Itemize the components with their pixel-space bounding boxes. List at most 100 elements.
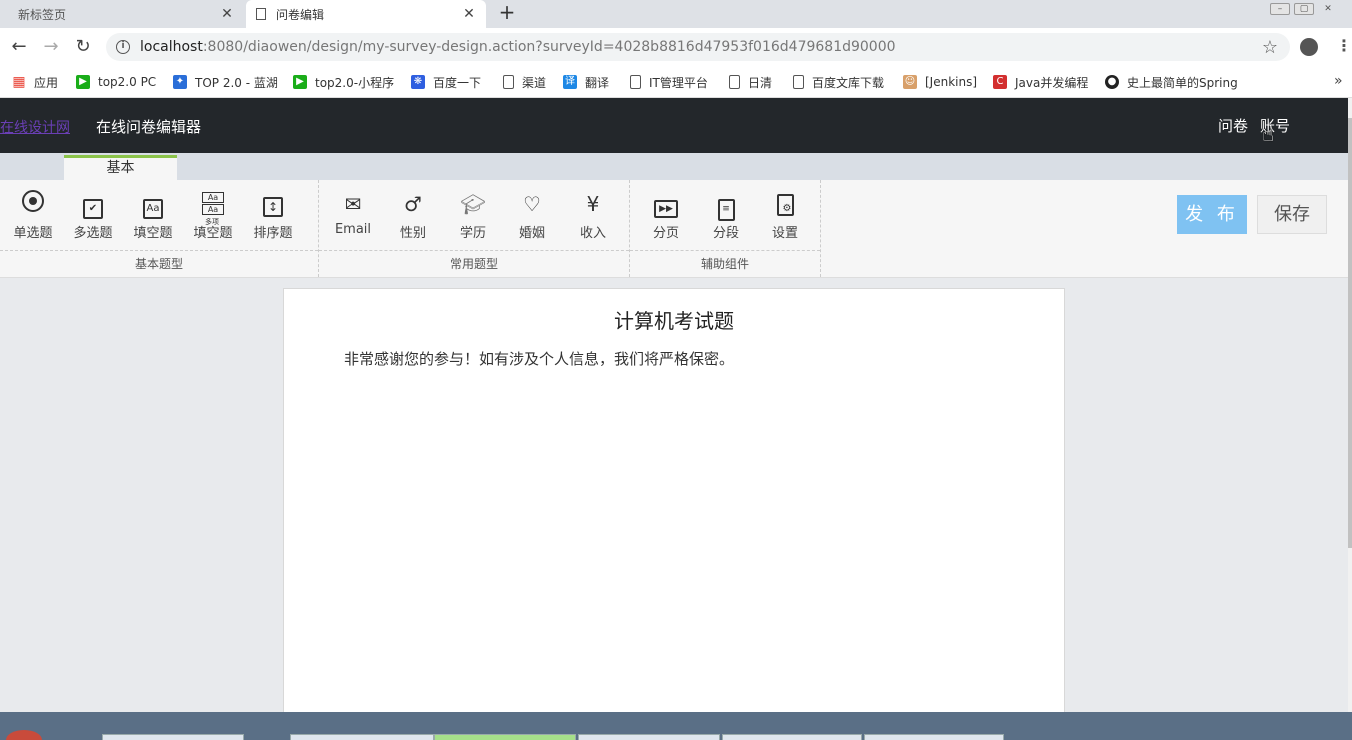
gender-tool[interactable]: ♂ 性别 bbox=[385, 190, 441, 250]
window-close-icon[interactable]: ✕ bbox=[1318, 4, 1338, 16]
taskbar-item[interactable] bbox=[102, 734, 244, 740]
reload-icon[interactable]: ↻ bbox=[72, 36, 94, 58]
tab-close-icon[interactable]: ✕ bbox=[460, 5, 478, 23]
bookmark-item[interactable]: ▶ top2.0 PC bbox=[76, 73, 156, 91]
tab-title: 问卷编辑 bbox=[276, 7, 325, 22]
group-label: 常用题型 bbox=[319, 250, 629, 277]
bookmark-label: 日清 bbox=[748, 75, 773, 90]
scrollbar-thumb[interactable] bbox=[1348, 118, 1352, 548]
restore-icon[interactable]: ▢ bbox=[1294, 3, 1314, 15]
settings-tool[interactable]: ⚙ 设置 bbox=[757, 190, 813, 250]
tool-label: 单选题 bbox=[13, 226, 53, 241]
address-bar[interactable]: i localhost:8080/diaowen/design/my-surve… bbox=[106, 33, 1290, 61]
bookmark-item[interactable]: ▦ 应用 bbox=[12, 73, 58, 91]
app-header: 在线设计网 在线问卷编辑器 问卷 账号 bbox=[0, 98, 1348, 153]
income-tool[interactable]: ¥ 收入 bbox=[565, 190, 621, 250]
bookmark-item[interactable]: ▶ top2.0-小程序 bbox=[293, 73, 394, 91]
bookmark-label: top2.0-小程序 bbox=[315, 75, 395, 90]
page-scrollbar[interactable] bbox=[1348, 98, 1352, 712]
checkbox-icon: ✔ bbox=[65, 190, 121, 220]
window-controls: – ▢ ✕ bbox=[1266, 0, 1338, 16]
bookmark-item[interactable]: ❋ 百度一下 bbox=[411, 73, 481, 91]
new-tab-plus-icon[interactable]: + bbox=[496, 2, 518, 24]
bookmark-item[interactable]: ● 史上最简单的Spring bbox=[1105, 73, 1238, 91]
bookmark-label: 应用 bbox=[34, 75, 59, 90]
bookmark-label: TOP 2.0 - 蓝湖 bbox=[195, 75, 278, 90]
radio-icon bbox=[5, 190, 61, 220]
brand-link[interactable]: 在线设计网 bbox=[0, 117, 70, 137]
save-button[interactable]: 保存 bbox=[1257, 195, 1327, 234]
tool-label: 学历 bbox=[459, 226, 486, 241]
forward-arrow-icon[interactable]: → bbox=[40, 36, 62, 58]
bookmark-star-icon[interactable]: ☆ bbox=[1262, 37, 1278, 58]
tool-label: 婚姻 bbox=[518, 226, 545, 241]
back-arrow-icon[interactable]: ← bbox=[8, 36, 30, 58]
bookmark-item[interactable]: IT管理平台 bbox=[630, 73, 708, 91]
nav-survey-link[interactable]: 问卷 bbox=[1218, 115, 1248, 136]
section-tool[interactable]: ≡ 分段 bbox=[698, 190, 754, 250]
taskbar-item[interactable] bbox=[434, 734, 576, 740]
translate-icon: 译 bbox=[563, 75, 577, 89]
start-button-icon[interactable] bbox=[6, 730, 42, 740]
bookmark-item[interactable]: 译翻译 bbox=[563, 73, 609, 91]
bookmark-item[interactable]: 百度文库下载 bbox=[793, 73, 884, 91]
survey-intro[interactable]: 非常感谢您的参与！如有涉及个人信息，我们将严格保密。 bbox=[344, 348, 734, 369]
bookmark-label: 翻译 bbox=[585, 75, 610, 90]
page-icon bbox=[256, 8, 266, 20]
tab-close-icon[interactable]: ✕ bbox=[218, 5, 236, 23]
multi-text-aa-icon: Aa Aa bbox=[185, 190, 241, 220]
survey-title[interactable]: 计算机考试题 bbox=[284, 305, 1064, 334]
email-tool[interactable]: ✉ Email bbox=[325, 190, 381, 250]
play-icon: ▶ bbox=[293, 75, 307, 89]
marriage-tool[interactable]: ♡ 婚姻 bbox=[504, 190, 560, 250]
fill-blank-tool[interactable]: Aa 填空题 bbox=[125, 190, 181, 250]
bookmarks-overflow-icon[interactable]: » bbox=[1334, 73, 1343, 89]
tool-label: 分页 bbox=[652, 226, 679, 241]
bookmark-label: Java并发编程 bbox=[1015, 75, 1089, 90]
multi-fill-blank-tool[interactable]: Aa Aa 填空题 多项 bbox=[185, 190, 241, 250]
bookmark-item[interactable]: C Java并发编程 bbox=[993, 73, 1088, 91]
next-page-icon: ▶▶ bbox=[638, 190, 694, 220]
group-basic-types: 单选题 ✔ 多选题 Aa 填空题 Aa Aa 填空题 多项 ↕ 排序题 基本题型 bbox=[0, 180, 319, 277]
browser-tab-survey-editor[interactable]: 问卷编辑 ✕ bbox=[246, 0, 486, 28]
multi-choice-tool[interactable]: ✔ 多选题 bbox=[65, 190, 121, 250]
mouse-cursor-icon: ☝ bbox=[1262, 122, 1275, 146]
taskbar-item[interactable] bbox=[578, 734, 720, 740]
bookmark-item[interactable]: 渠道 bbox=[503, 73, 546, 91]
minimize-icon[interactable]: – bbox=[1270, 3, 1290, 15]
design-workspace: 计算机考试题 非常感谢您的参与！如有涉及个人信息，我们将严格保密。 bbox=[0, 278, 1348, 740]
ribbon-toolbar: 单选题 ✔ 多选题 Aa 填空题 Aa Aa 填空题 多项 ↕ 排序题 基本题型… bbox=[0, 180, 1348, 278]
document-gear-icon: ⚙ bbox=[757, 190, 813, 220]
ribbon-tab-bar: 基本 bbox=[0, 153, 1348, 180]
bookmark-item[interactable]: ✦ TOP 2.0 - 蓝湖 bbox=[173, 73, 278, 91]
publish-button[interactable]: 发 布 bbox=[1177, 195, 1247, 234]
taskbar-item[interactable] bbox=[290, 734, 434, 740]
tab-basic[interactable]: 基本 bbox=[64, 155, 177, 180]
group-label: 辅助组件 bbox=[630, 250, 820, 277]
jenkins-icon: ☺ bbox=[903, 75, 917, 89]
tool-label: 多选题 bbox=[73, 226, 113, 241]
taskbar-item[interactable] bbox=[864, 734, 1004, 740]
male-symbol-icon: ♂ bbox=[404, 192, 422, 216]
info-icon[interactable]: i bbox=[116, 40, 130, 54]
page-break-tool[interactable]: ▶▶ 分页 bbox=[638, 190, 694, 250]
heart-icon: ♡ bbox=[523, 192, 541, 216]
apps-grid-icon: ▦ bbox=[12, 74, 26, 90]
taskbar-item[interactable] bbox=[722, 734, 862, 740]
envelope-icon: ✉ bbox=[344, 192, 362, 216]
bookmark-label: top2.0 PC bbox=[98, 75, 157, 89]
bookmark-item[interactable]: ☺ [Jenkins] bbox=[903, 73, 977, 91]
browser-menu-icon[interactable]: ⋮ bbox=[1336, 36, 1352, 55]
browser-tab-newtab[interactable]: 新标签页 ✕ bbox=[0, 0, 244, 28]
single-choice-tool[interactable]: 单选题 bbox=[5, 190, 61, 250]
tool-label: Email bbox=[334, 222, 372, 237]
education-tool[interactable]: 🎓︎ 学历 bbox=[445, 190, 501, 250]
tool-label: 填空题 bbox=[133, 226, 173, 241]
document-icon: ≡ bbox=[698, 190, 754, 221]
page-icon bbox=[793, 75, 804, 89]
tool-label: 性别 bbox=[399, 226, 426, 241]
sort-tool[interactable]: ↕ 排序题 bbox=[245, 190, 301, 250]
profile-avatar-icon[interactable] bbox=[1300, 38, 1318, 56]
group-label: 基本题型 bbox=[0, 250, 318, 277]
bookmark-item[interactable]: 日清 bbox=[729, 73, 772, 91]
